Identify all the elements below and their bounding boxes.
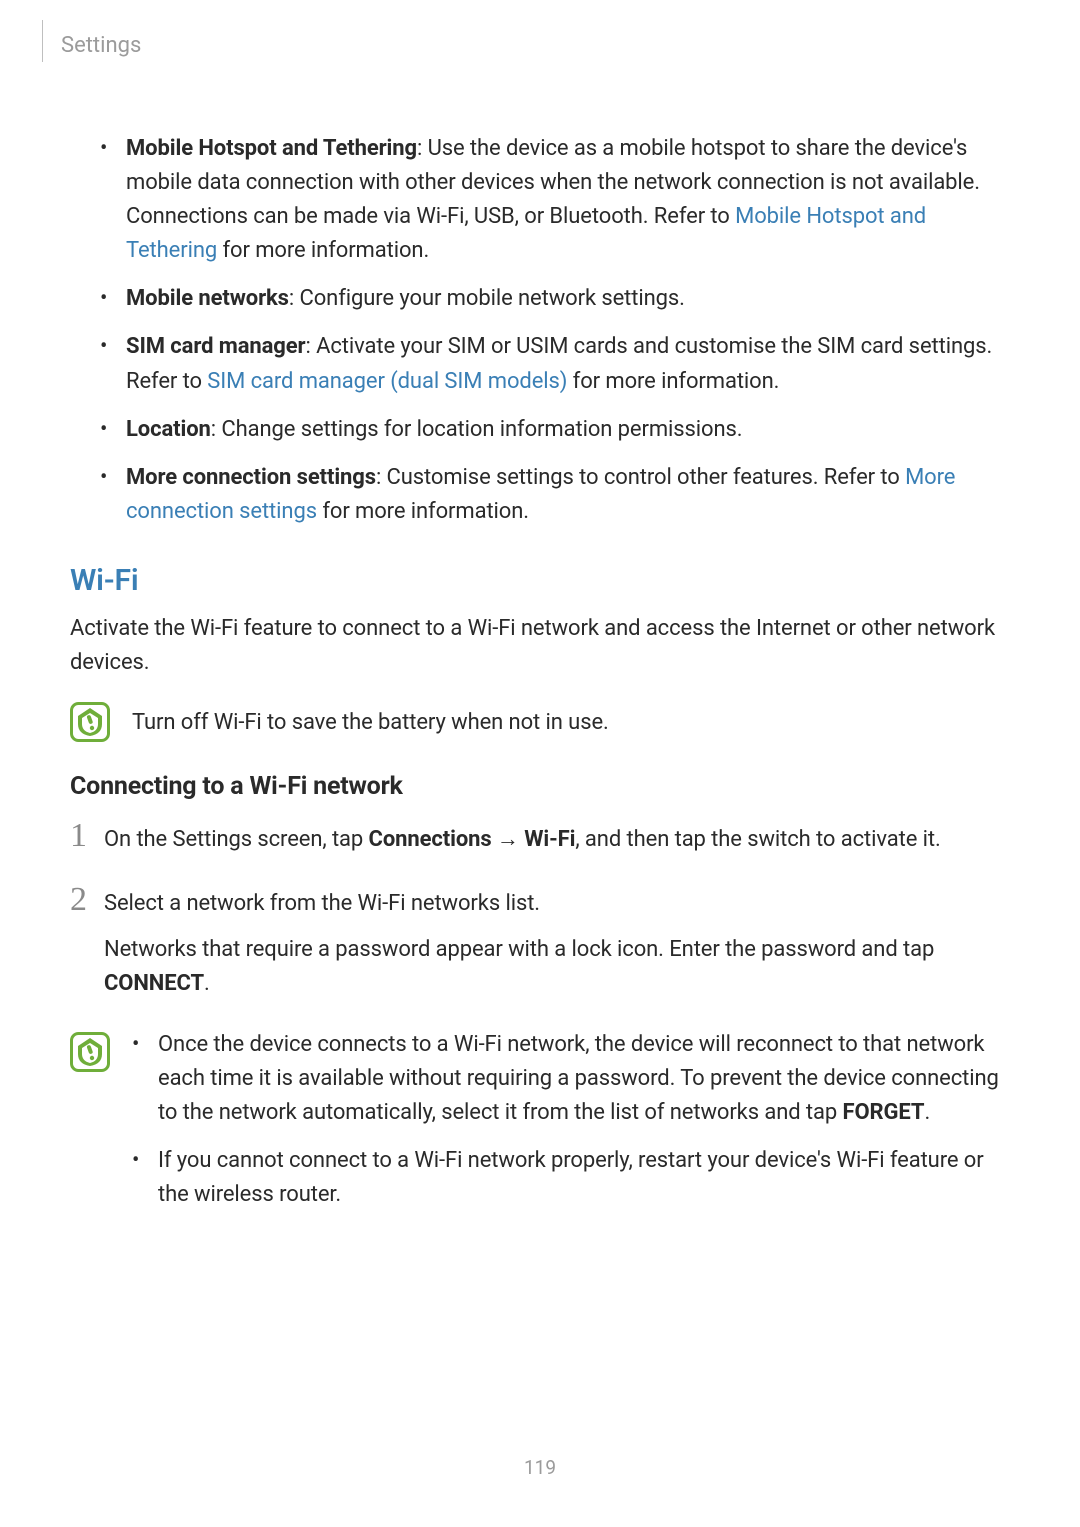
list-item: If you cannot connect to a Wi-Fi network… [132,1144,1010,1212]
bullet-bold: Mobile networks [126,286,289,311]
list-item: Location: Change settings for location i… [100,413,1010,447]
note-text: If you cannot connect to a Wi-Fi network… [158,1148,984,1207]
step-body: Select a network from the Wi-Fi networks… [104,883,1010,1013]
note-text: . [924,1100,930,1125]
step-number: 2 [70,883,104,917]
page-content: Settings Mobile Hotspot and Tethering: U… [0,0,1080,1226]
top-bullet-list: Mobile Hotspot and Tethering: Use the de… [70,132,1010,529]
page-number: 119 [0,1456,1080,1479]
note-icon [70,702,110,742]
step-text: , and then tap the switch to activate it… [575,827,940,852]
bullet-text: : Configure your mobile network settings… [289,286,685,311]
step-number: 1 [70,819,104,853]
bullet-text: for more information. [317,499,529,524]
note-bullet-list: Once the device connects to a Wi-Fi netw… [132,1028,1010,1226]
bullet-bold: More connection settings [126,465,376,490]
step-2: 2 Select a network from the Wi-Fi networ… [70,883,1010,1013]
step-body: On the Settings screen, tap Connections … [104,819,941,869]
note-icon [70,1032,110,1072]
bullet-text: : Customise settings to control other fe… [376,465,905,490]
header-rule: Settings [42,20,1010,62]
tip-text: Turn off Wi-Fi to save the battery when … [132,700,609,740]
step-1: 1 On the Settings screen, tap Connection… [70,819,1010,869]
bullet-bold: Mobile Hotspot and Tethering [126,136,417,161]
bullet-text: for more information. [567,369,779,394]
list-item: Once the device connects to a Wi-Fi netw… [132,1028,1010,1130]
bullet-bold: SIM card manager [126,334,306,359]
step-arrow: → [492,827,525,852]
step-bold: Connections [369,827,492,852]
bullet-text: for more information. [217,238,429,263]
step-text: Networks that require a password appear … [104,937,934,962]
tip-row: Turn off Wi-Fi to save the battery when … [70,700,1010,742]
step-bold: Wi-Fi [524,827,575,852]
step-text: On the Settings screen, tap [104,827,369,852]
header-section-label: Settings [61,33,141,62]
note-block: Once the device connects to a Wi-Fi netw… [70,1028,1010,1226]
bullet-text: : Change settings for location informati… [211,417,743,442]
bullet-bold: Location [126,417,211,442]
list-item: Mobile Hotspot and Tethering: Use the de… [100,132,1010,268]
step-text: . [204,971,210,996]
list-item: SIM card manager: Activate your SIM or U… [100,330,1010,398]
wifi-heading: Wi-Fi [70,563,1010,598]
list-item: More connection settings: Customise sett… [100,461,1010,529]
wifi-intro: Activate the Wi-Fi feature to connect to… [70,612,1010,680]
step-bold: CONNECT [104,971,204,996]
list-item: Mobile networks: Configure your mobile n… [100,282,1010,316]
note-bold: FORGET [843,1100,925,1125]
link-sim-card-manager[interactable]: SIM card manager (dual SIM models) [207,369,567,394]
wifi-subheading: Connecting to a Wi-Fi network [70,772,1010,801]
step-text: Select a network from the Wi-Fi networks… [104,887,1010,921]
